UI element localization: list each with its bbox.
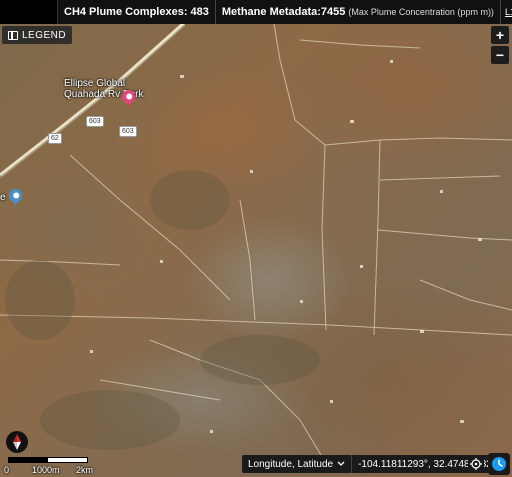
radiance-download-link[interactable]: L1B Radiance Download [501,7,512,17]
methane-metadata[interactable]: Methane Metadata:7455 (Max Plume Concent… [216,0,501,24]
methane-metadata-sub: (Max Plume Concentration (ppm m)) [348,7,494,17]
scale-bar: 0 1000m 2km [4,455,96,475]
left-edge-label: e [0,192,6,203]
chevron-down-icon [337,461,345,466]
zoom-in-button[interactable]: + [491,26,509,44]
compass-button[interactable] [6,431,28,453]
scale-bar-graphic [8,457,88,463]
road-shield-603-b: 603 [119,126,137,137]
plume-complexes-count[interactable]: CH4 Plume Complexes: 483 [58,0,216,24]
scale-label-end: 2km [76,465,94,475]
map-icon [8,30,18,40]
compass-needle-icon [13,434,21,450]
zoom-out-button[interactable]: − [491,46,509,64]
locate-button[interactable] [468,456,484,472]
top-bar: CH4 Plume Complexes: 483 Methane Metadat… [0,0,512,24]
logo-block [0,0,58,24]
clock-icon [492,457,506,471]
map-features [0,0,512,471]
methane-metadata-label: Methane Metadata:7455 [221,6,346,18]
scale-label-zero: 0 [4,465,10,475]
legend-label: LEGEND [22,29,67,41]
crosshair-icon [470,458,482,470]
road-shield-603: 603 [86,116,104,127]
scale-label-mid: 1000m [32,465,60,475]
place-name-line1: Ellipse Global [64,78,126,89]
zoom-controls: + − [491,26,509,64]
legend-button[interactable]: LEGEND [2,26,73,44]
time-slider-button[interactable] [488,453,510,475]
coordinate-mode-label: Longitude, Latitude [248,458,334,470]
coordinate-display: Longitude, Latitude -104.11811293°, 32.4… [242,455,502,473]
coordinate-mode-select[interactable]: Longitude, Latitude [242,455,353,473]
road-shield-62: 62 [48,133,62,144]
satellite-map[interactable]: Ellipse Global Quahada Rv Park e 603 603… [0,0,512,477]
